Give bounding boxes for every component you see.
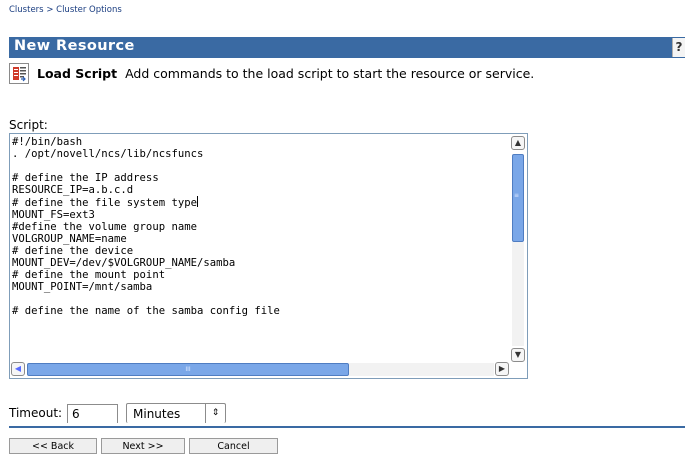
timeout-label: Timeout: — [9, 406, 63, 420]
script-label: Script: — [9, 118, 48, 132]
footer-divider — [9, 426, 685, 428]
text-caret — [196, 196, 198, 207]
timeout-input[interactable]: 6 — [67, 404, 118, 423]
breadcrumb-clusters-link[interactable]: Clusters — [9, 5, 44, 15]
scroll-left-icon[interactable]: ◀ — [11, 362, 25, 376]
timeout-unit-value: Minutes — [133, 407, 181, 421]
horizontal-scrollbar[interactable]: ◀ III ▶ — [11, 362, 509, 377]
script-content[interactable]: #!/bin/bash . /opt/novell/ncs/lib/ncsfun… — [12, 136, 512, 362]
breadcrumb: Clusters > Cluster Options — [9, 5, 122, 15]
select-updown-icon[interactable]: ⇕ — [205, 404, 225, 423]
help-button[interactable]: ? — [672, 38, 685, 57]
scroll-grip-icon: ≡ — [514, 192, 520, 199]
script-text-after-caret: MOUNT_FS=ext3 #define the volume group n… — [12, 209, 280, 317]
scroll-down-icon[interactable]: ▼ — [511, 348, 525, 362]
breadcrumb-cluster-options-link[interactable]: Cluster Options — [56, 5, 122, 15]
vertical-scroll-track[interactable] — [512, 242, 524, 346]
timeout-unit-select[interactable]: Minutes ⇕ — [126, 403, 226, 423]
cancel-button[interactable]: Cancel — [189, 438, 278, 454]
next-button[interactable]: Next >> — [101, 438, 185, 454]
breadcrumb-separator: > — [46, 5, 54, 15]
vertical-scrollbar[interactable]: ▲ ≡ ▼ — [510, 136, 526, 362]
scroll-up-icon[interactable]: ▲ — [511, 136, 525, 150]
horizontal-scroll-track[interactable] — [349, 363, 494, 376]
back-button[interactable]: << Back — [9, 438, 97, 454]
section-header-text: Load Script Add commands to the load scr… — [37, 66, 534, 81]
script-text-before-caret: #!/bin/bash . /opt/novell/ncs/lib/ncsfun… — [12, 136, 204, 209]
scroll-right-icon[interactable]: ▶ — [495, 362, 509, 376]
page-title-bar: New Resource ? — [9, 37, 685, 58]
horizontal-scroll-thumb[interactable]: III — [27, 363, 349, 376]
section-description: Add commands to the load script to start… — [125, 66, 535, 81]
section-title: Load Script — [37, 66, 118, 81]
page-title: New Resource — [14, 38, 135, 54]
script-icon — [9, 63, 29, 84]
script-textarea[interactable]: #!/bin/bash . /opt/novell/ncs/lib/ncsfun… — [9, 133, 528, 379]
